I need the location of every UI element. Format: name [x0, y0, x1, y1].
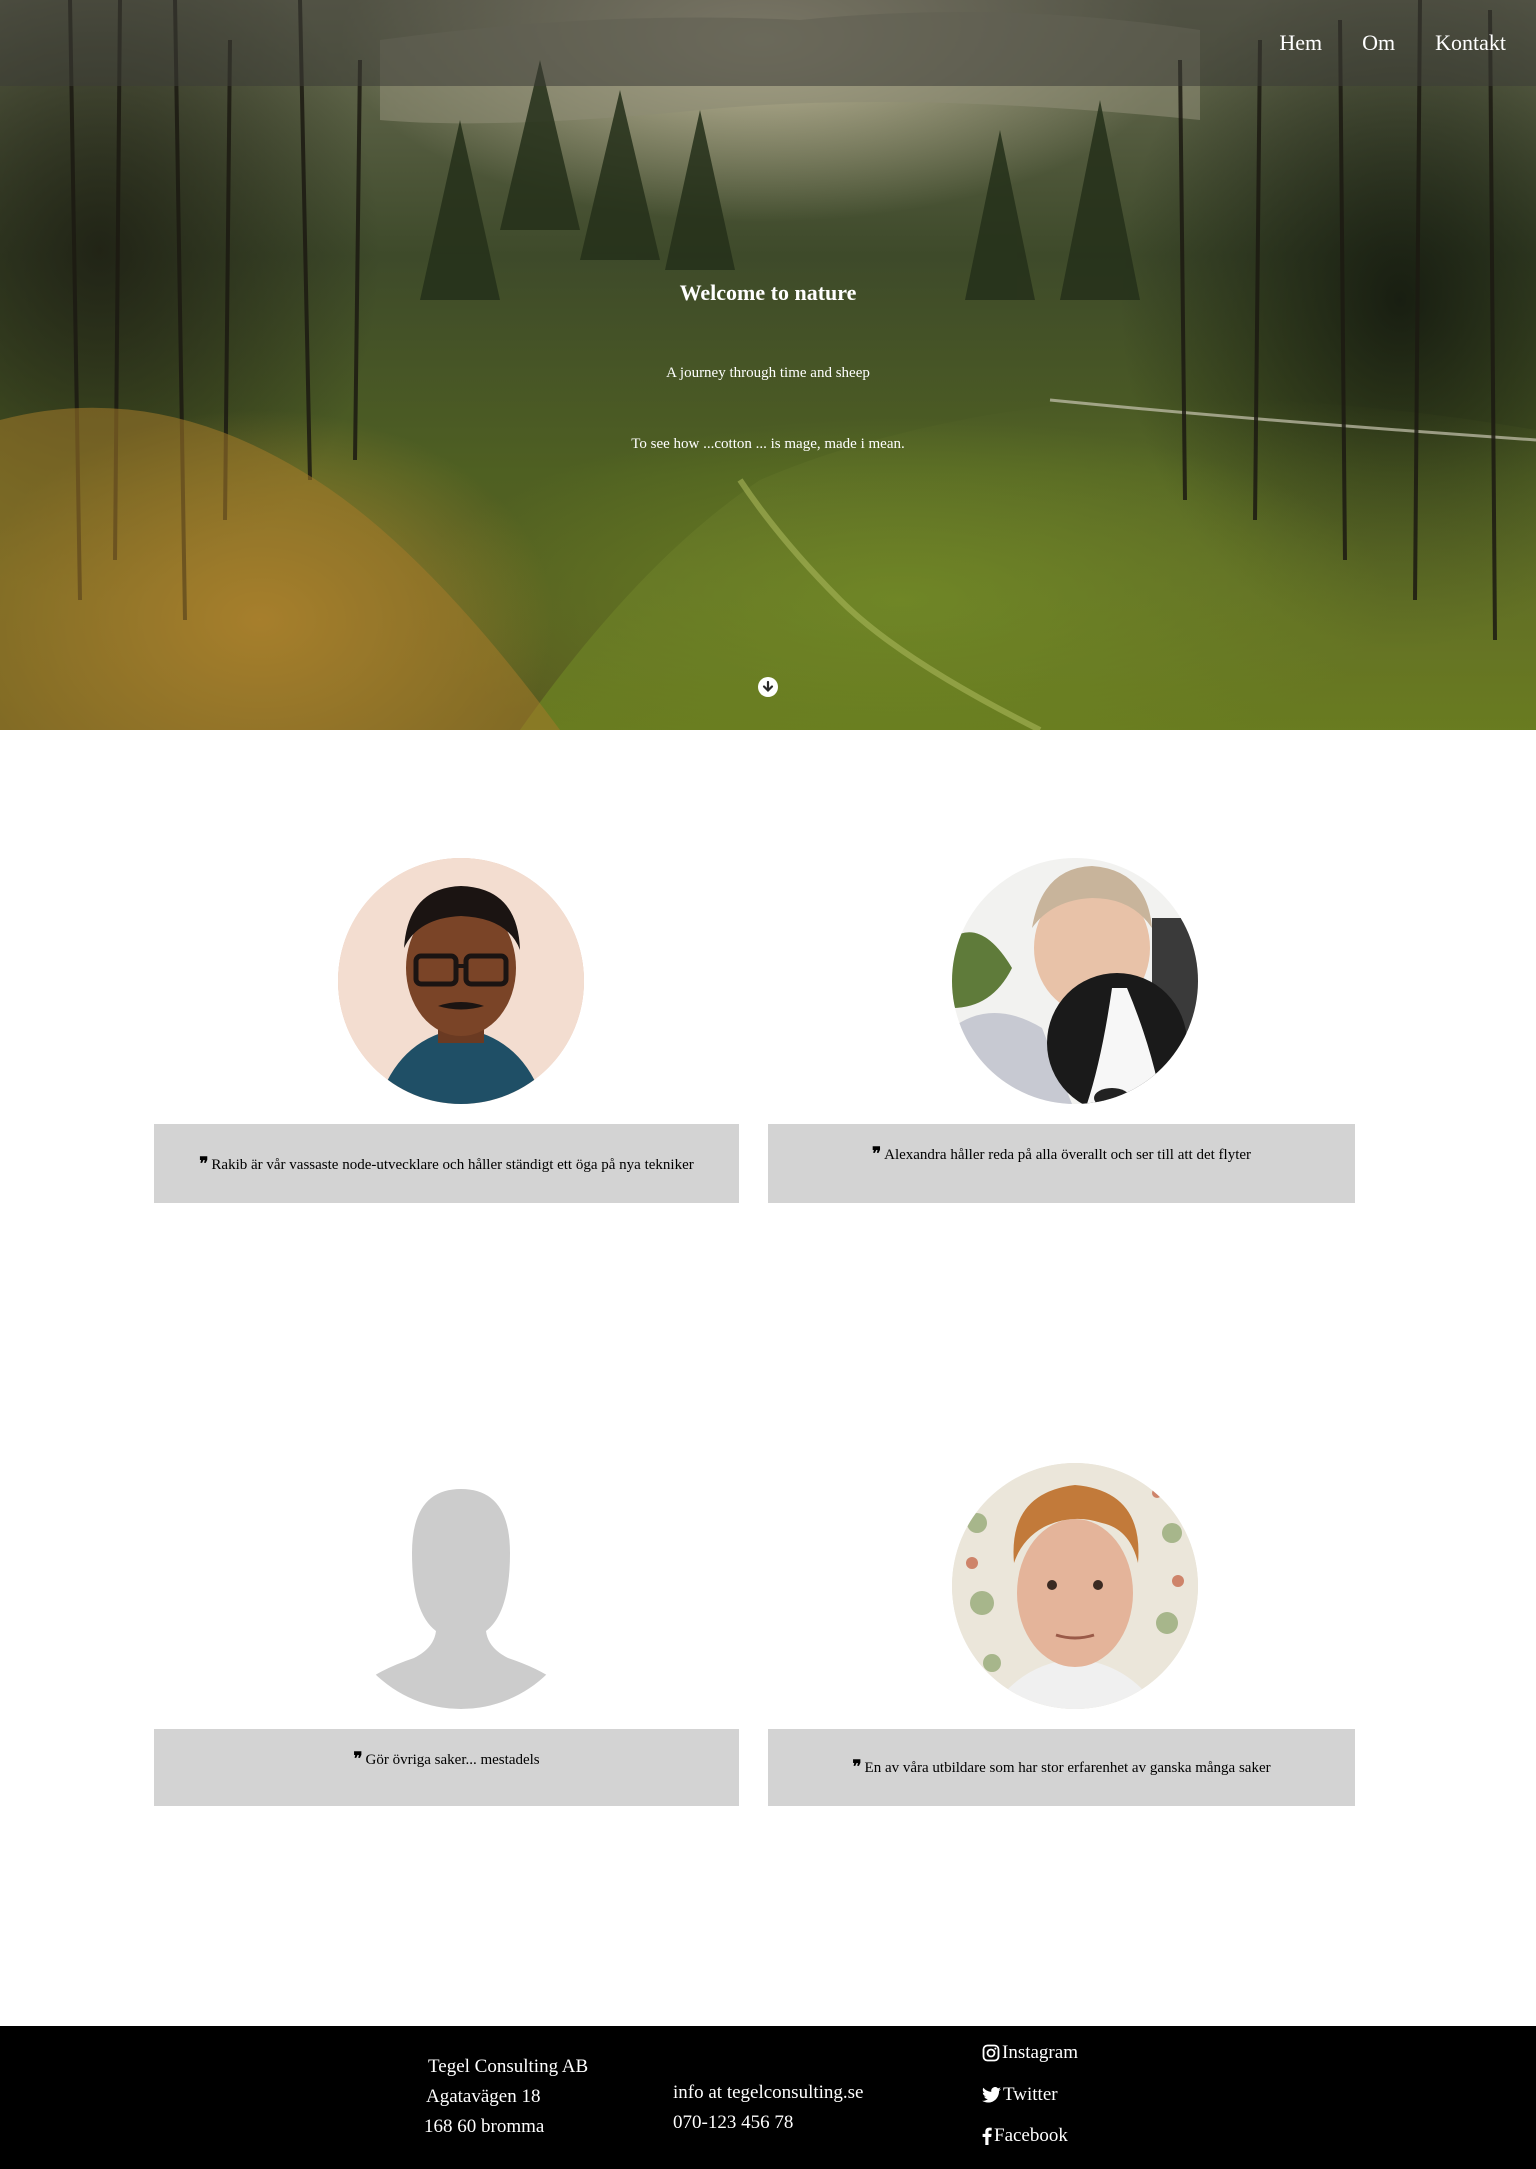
hero-title: Welcome to nature — [679, 280, 857, 305]
site-footer: Tegel Consulting AB Agatavägen 18 168 60… — [0, 2026, 1536, 2169]
quote-icon: ❞ — [852, 1757, 862, 1776]
quote-text: Alexandra håller reda på alla överallt o… — [884, 1147, 1252, 1163]
footer-instagram-link[interactable]: Instagram — [982, 2042, 1078, 2064]
person-photo-icon — [952, 1463, 1198, 1709]
footer-phone: 070-123 456 78 — [673, 2112, 794, 2133]
quote-text: En av våra utbildare som har stor erfare… — [864, 1760, 1271, 1776]
person-with-dog-photo-icon — [952, 858, 1198, 1104]
quote-box-trainer: ❞ En av våra utbildare som har stor erfar… — [768, 1729, 1355, 1806]
facebook-icon — [982, 2127, 992, 2145]
avatar-placeholder — [338, 1463, 584, 1709]
quote-box-alexandra: ❞ Alexandra håller reda på alla överallt … — [768, 1124, 1355, 1203]
person-photo-icon — [338, 858, 584, 1104]
quote-icon: ❞ — [199, 1154, 209, 1173]
footer-street: Agatavägen 18 — [426, 2086, 541, 2107]
hero-description: To see how ...cotton ... is mage, made i… — [631, 436, 905, 452]
nav-link-hem[interactable]: Hem — [1279, 30, 1322, 56]
footer-facebook-label: Facebook — [994, 2125, 1068, 2146]
quote-icon: ❞ — [353, 1749, 363, 1768]
nav-link-kontakt[interactable]: Kontakt — [1435, 30, 1506, 56]
footer-twitter-label: Twitter — [1003, 2084, 1058, 2105]
instagram-icon — [982, 2044, 1000, 2062]
quote-text: Gör övriga saker... mestadels — [365, 1752, 540, 1768]
nav-link-om[interactable]: Om — [1362, 30, 1395, 56]
quote-box-other: ❞ Gör övriga saker... mestadels — [154, 1729, 739, 1806]
scroll-down-button[interactable] — [758, 677, 778, 697]
avatar-alexandra — [952, 858, 1198, 1104]
default-avatar-icon — [338, 1463, 584, 1709]
top-navbar: Hem Om Kontakt — [0, 0, 1536, 86]
quote-text: Rakib är vår vassaste node-utvecklare oc… — [211, 1157, 694, 1173]
hero-section: Hem Om Kontakt Welcome to nature A journ… — [0, 0, 1536, 730]
footer-company-name: Tegel Consulting AB — [428, 2056, 589, 2077]
avatar-trainer — [952, 1463, 1198, 1709]
footer-email[interactable]: info at tegelconsulting.se — [673, 2082, 863, 2104]
avatar-rakib — [338, 858, 584, 1104]
hero-subtitle: A journey through time and sheep — [666, 365, 870, 381]
footer-facebook-link[interactable]: Facebook — [982, 2125, 1068, 2147]
quote-box-rakib: ❞ Rakib är vår vassaste node-utvecklare o… — [154, 1124, 739, 1203]
twitter-icon — [982, 2087, 1001, 2103]
arrow-down-circle-icon — [762, 680, 774, 693]
footer-postal: 168 60 bromma — [424, 2116, 545, 2137]
footer-twitter-link[interactable]: Twitter — [982, 2084, 1058, 2106]
footer-instagram-label: Instagram — [1002, 2042, 1078, 2063]
quote-icon: ❞ — [871, 1144, 882, 1163]
